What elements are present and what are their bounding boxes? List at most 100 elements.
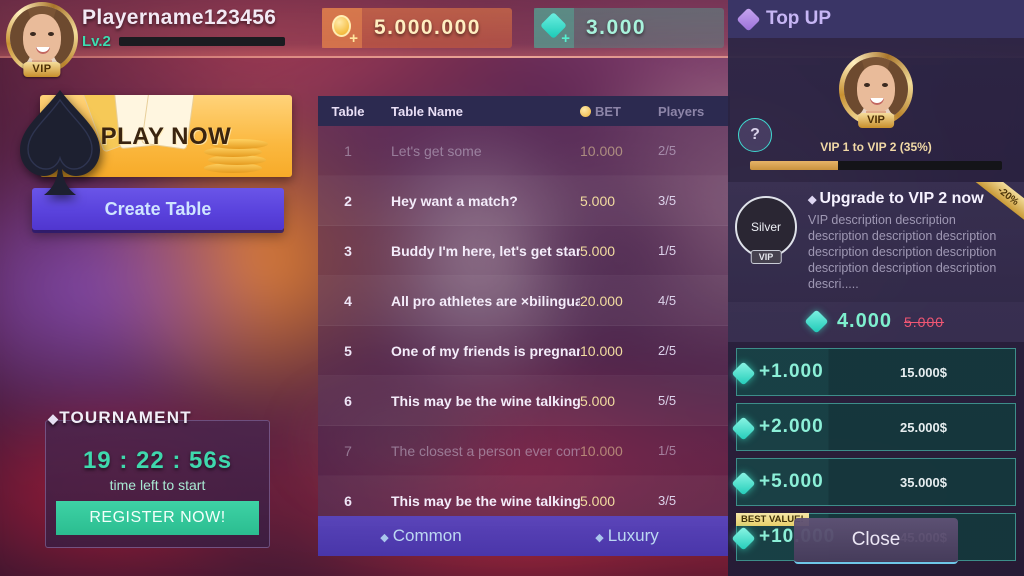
tournament-title: ◆TOURNAMENT [48,408,192,428]
game-screen: VIP Playername123456 Lv.2 + 5.000.000 + … [0,0,1024,576]
table-row-name: This may be the wine talking [391,392,580,409]
avatar-photo-icon [844,57,908,121]
table-row-name: Buddy I'm here, let's get started [391,242,580,259]
upgrade-title-text: Upgrade to VIP 2 now [819,190,984,207]
gem-offer[interactable]: +5.000 35.000$ [731,458,1016,506]
gem-offer-price: 35.000$ [900,474,947,490]
table-row[interactable]: 3 Buddy I'm here, let's get started5.000 1… [318,226,730,276]
table-row-name: Hey want a match? [391,192,518,209]
close-button[interactable]: Close [794,518,958,564]
column-header-bet: BET [580,104,658,119]
upgrade-price-row: 4.000 5.000 [728,302,1024,342]
plus-icon: + [349,30,358,47]
diamond-icon: ◆ [808,194,817,206]
table-row-name: The closest a person ever comes to perfe… [391,442,580,459]
table-row-id: 4 [344,292,352,309]
vip-tier-tag: VIP [750,250,782,264]
table-row-id: 3 [344,242,352,259]
column-header-players: Players [658,103,705,119]
table-list-header: Table Table Name BET Players [318,96,730,126]
table-row-players: 1/5 [658,443,677,458]
vip-progress-bar [750,161,1002,170]
register-now-button[interactable]: REGISTER NOW! [56,501,259,535]
spade-icon [20,90,100,195]
avatar-photo-icon [10,6,74,70]
table-row-id: 1 [344,142,352,159]
table-category-tabs: ◆ Common ◆ Luxury [318,516,730,556]
table-row[interactable]: 4 All pro athletes are ×bilingual. They s… [318,276,730,326]
table-row-id: 6 [344,392,352,409]
table-row-id: 6 [344,492,352,509]
tournament-subtitle: time left to start [109,477,206,493]
table-list-rows: 1 Let's get some 10.000 2/5 2 Hey want a matc… [318,126,730,556]
diamond-icon: ◆ [380,532,389,544]
table-row[interactable]: 5 One of my friends is pregnant 10.000 2/5 [318,326,730,376]
avatar[interactable]: VIP [6,2,78,77]
tournament-title-text: TOURNAMENT [59,408,192,427]
tab-common-label: Common [392,526,462,545]
player-level: Lv.2 [82,33,285,50]
table-row-players: 1/5 [658,243,677,258]
tab-common[interactable]: ◆ Common [318,526,524,546]
table-row-bet: 10.000 [580,442,623,459]
player-name: Playername123456 [82,6,277,29]
coin-icon: + [322,8,362,48]
price-current: 4.000 [836,310,892,332]
panel-avatar-block: VIP [728,38,1024,146]
column-header-name: Table Name [391,103,464,119]
table-row-name: This may be the wine talking [391,492,580,509]
plus-icon: + [561,30,570,47]
vip-upgrade-card[interactable]: -20% Silver VIP ◆ Upgrade to VIP 2 now VI… [728,182,1024,302]
table-row-name: Let's get some [391,142,482,159]
gem-offer[interactable]: +1.000 15.000$ [731,348,1016,396]
gem-balance[interactable]: + 3.000 [534,8,724,48]
table-row-players: 3/5 [658,193,677,208]
table-row-players: 5/5 [658,393,677,408]
gem-value: 3.000 [586,16,647,39]
tab-luxury[interactable]: ◆ Luxury [524,526,730,546]
diamond-icon [736,6,761,32]
table-row[interactable]: 7 The closest a person ever comes to perf… [318,426,730,476]
diamond-icon: ◆ [595,532,604,544]
gem-icon [804,309,829,334]
vip-tier-badge: Silver VIP [735,196,797,264]
gem-icon: + [534,8,574,48]
table-row[interactable]: 1 Let's get some 10.000 2/5 [318,126,730,176]
coin-value: 5.000.000 [374,16,481,39]
top-up-header: Top UP [728,0,1024,38]
panel-avatar: VIP [839,52,913,128]
diamond-icon: ◆ [48,411,60,426]
table-row[interactable]: 6 This may be the wine talking 5.000 5/5 [318,376,730,426]
table-row-id: 5 [344,342,352,359]
table-row-bet: 10.000 [580,342,623,359]
table-list: Table Table Name BET Players 1 Let's get … [318,96,730,556]
gem-offer[interactable]: +2.000 25.000$ [731,403,1016,451]
coin-icon [580,105,591,117]
vip-tier-label: Silver [750,220,781,234]
gem-offer-price: 25.000$ [900,419,947,435]
top-up-panel: Top UP ? VIP VIP 1 to VIP 2 (35%) -20% S… [728,0,1024,576]
table-row-name: All pro athletes are ×bilingual. They sp… [391,292,580,309]
table-row-bet: 5.000 [580,242,616,259]
table-row-id: 2 [344,192,352,209]
table-row-id: 7 [344,442,352,459]
table-row-bet: 20.000 [580,292,623,309]
question-mark-icon[interactable]: ? [738,118,772,152]
level-progress-bar [118,37,285,46]
table-row-players: 2/5 [658,143,677,158]
table-row-name: One of my friends is pregnant [391,342,580,359]
table-row-bet: 5.000 [580,492,616,509]
table-row-players: 3/5 [658,493,677,508]
coin-balance[interactable]: + 5.000.000 [322,8,512,48]
table-row[interactable]: 2 Hey want a match? 5.000 3/5 [318,176,730,226]
vip-badge: VIP [858,113,894,128]
gem-offer-price: 15.000$ [900,364,947,380]
table-row-bet: 10.000 [580,142,623,159]
level-label: Lv.2 [82,33,111,50]
upgrade-description: VIP description description description … [808,213,997,291]
tournament-panel: 19 : 22 : 56s time left to start REGISTE… [45,420,270,548]
top-up-title: Top UP [766,8,832,29]
column-header-table: Table [331,103,365,119]
tab-luxury-label: Luxury [607,526,659,545]
tournament-timer: 19 : 22 : 56s [82,447,233,474]
